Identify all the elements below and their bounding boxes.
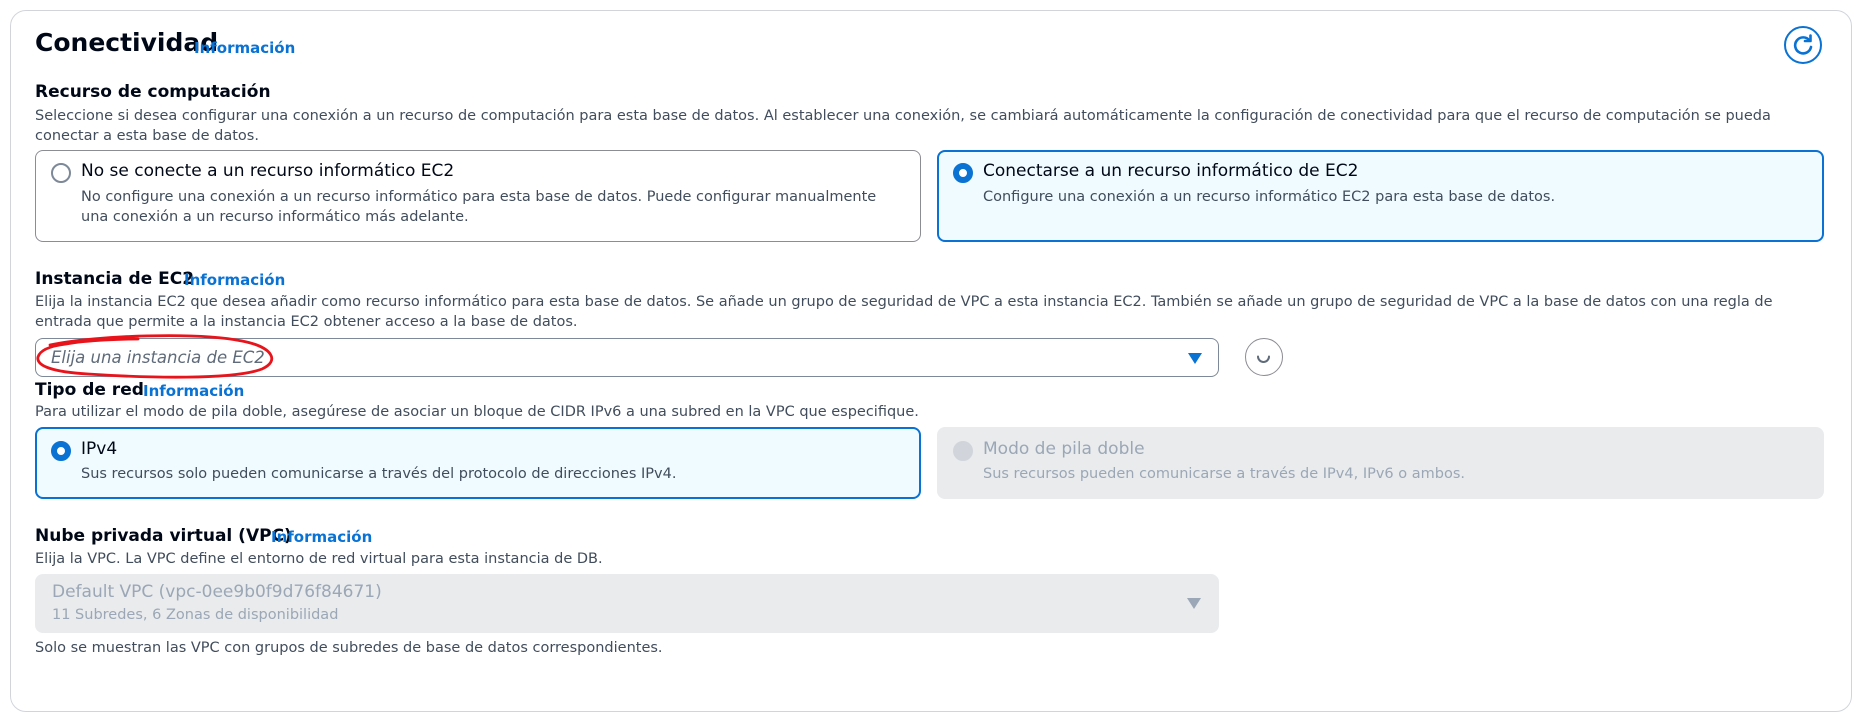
network-option-dual-stack: Modo de pila doble Sus recursos pueden c… xyxy=(937,427,1824,499)
option-title: IPv4 xyxy=(81,439,118,459)
loading-indicator xyxy=(1245,338,1283,376)
option-title: Modo de pila doble xyxy=(983,439,1145,459)
vpc-description: Elija la VPC. La VPC define el entorno d… xyxy=(35,551,603,567)
vpc-select: Default VPC (vpc-0ee9b0f9d76f84671) 11 S… xyxy=(35,574,1219,633)
option-description: Configure una conexión a un recurso info… xyxy=(983,189,1556,205)
compute-resource-label: Recurso de computación xyxy=(35,82,271,102)
radio-button[interactable] xyxy=(51,163,71,183)
option-title: No se conecte a un recurso informático E… xyxy=(81,161,455,181)
spinner-icon xyxy=(1257,355,1270,363)
caret-down-icon xyxy=(1187,598,1201,609)
annotation-circle xyxy=(36,334,274,379)
option-description: Sus recursos pueden comunicarse a través… xyxy=(983,466,1465,482)
ec2-instance-info-link[interactable]: Información xyxy=(184,271,285,289)
ec2-instance-label: Instancia de EC2 xyxy=(35,269,195,289)
refresh-icon xyxy=(1793,34,1813,55)
section-info-link[interactable]: Información xyxy=(194,39,295,57)
network-type-info-link[interactable]: Información xyxy=(143,382,244,400)
vpc-footnote: Solo se muestran las VPC con grupos de s… xyxy=(35,640,663,656)
network-type-label: Tipo de red xyxy=(35,380,144,400)
vpc-selected-value: Default VPC (vpc-0ee9b0f9d76f84671) xyxy=(52,582,382,602)
compute-resource-description: Seleccione si desea configurar una conex… xyxy=(35,108,1771,144)
ec2-instance-description: Elija la instancia EC2 que desea añadir … xyxy=(35,294,1773,330)
option-title: Conectarse a un recurso informático de E… xyxy=(983,161,1359,181)
radio-button xyxy=(953,441,973,461)
radio-button[interactable] xyxy=(51,441,71,461)
network-option-ipv4[interactable]: IPv4 Sus recursos solo pueden comunicars… xyxy=(35,427,921,499)
refresh-button[interactable] xyxy=(1784,26,1822,64)
option-description: No configure una conexión a un recurso i… xyxy=(81,189,877,225)
compute-option-connect-ec2[interactable]: Conectarse a un recurso informático de E… xyxy=(937,150,1824,242)
vpc-info-link[interactable]: Información xyxy=(271,528,372,546)
radio-button[interactable] xyxy=(953,163,973,183)
caret-down-icon xyxy=(1188,353,1202,364)
vpc-selected-detail: 11 Subredes, 6 Zonas de disponibilidad xyxy=(52,607,339,623)
compute-option-no-connect[interactable]: No se conecte a un recurso informático E… xyxy=(35,150,921,242)
vpc-label: Nube privada virtual (VPC) xyxy=(35,526,292,546)
option-description: Sus recursos solo pueden comunicarse a t… xyxy=(81,466,677,482)
section-title: Conectividad xyxy=(35,28,219,57)
network-type-description: Para utilizar el modo de pila doble, ase… xyxy=(35,404,919,420)
